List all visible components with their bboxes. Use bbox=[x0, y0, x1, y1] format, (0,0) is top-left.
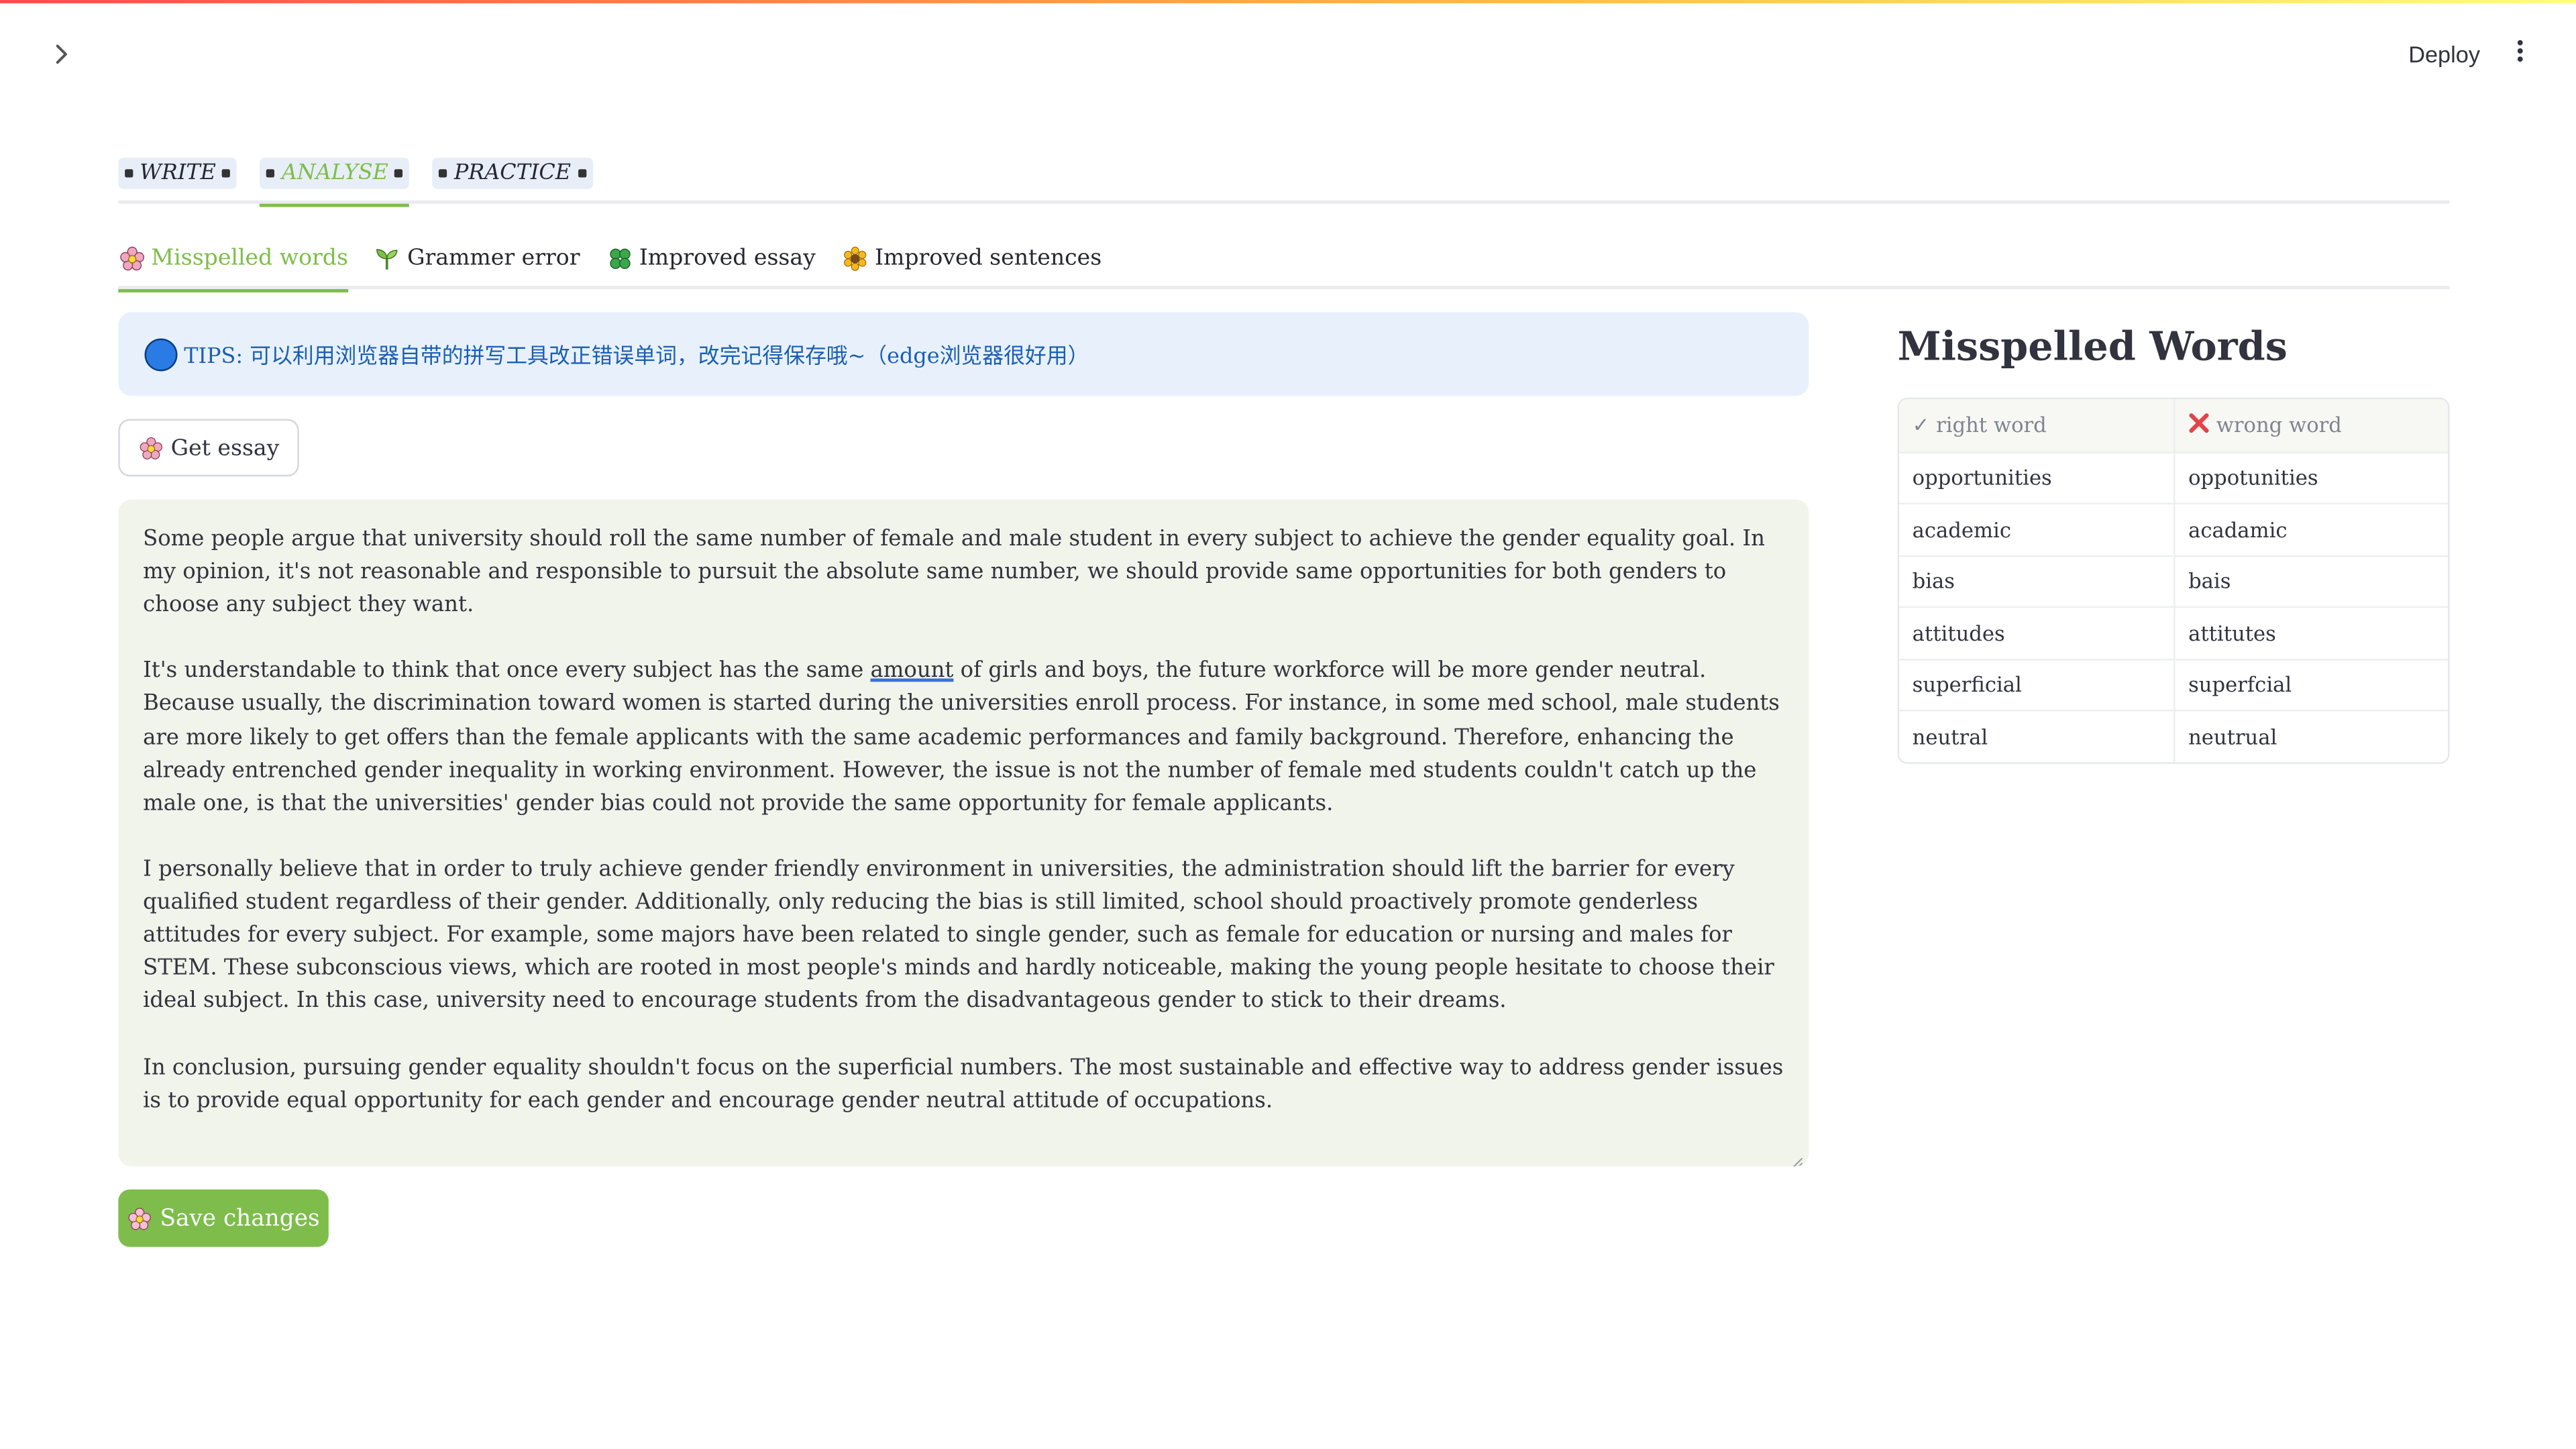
header-decoration-bar bbox=[0, 0, 2576, 3]
wrong-word-cell[interactable]: neutrual bbox=[2174, 711, 2448, 762]
tab-analyse[interactable]: ANALYSE bbox=[260, 142, 410, 207]
tab-write-pill: WRITE bbox=[118, 158, 237, 189]
right-word-cell[interactable]: academic bbox=[1899, 504, 2174, 555]
save-changes-button[interactable]: Save changes bbox=[118, 1189, 329, 1247]
flower-icon bbox=[138, 435, 164, 461]
tab-write[interactable]: WRITE bbox=[118, 142, 237, 204]
get-essay-button[interactable]: Get essay bbox=[118, 419, 299, 477]
essay-paragraph: I personally believe that in order to tr… bbox=[143, 857, 1774, 1014]
wrong-word-cell[interactable]: attitutes bbox=[2174, 608, 2448, 658]
cross-mark-icon bbox=[2188, 412, 2210, 438]
right-word-cell[interactable]: superficial bbox=[1899, 659, 2174, 710]
tab-grammer-error-label: Grammer error bbox=[407, 244, 580, 272]
deploy-button[interactable]: Deploy bbox=[2389, 33, 2500, 76]
square-bullet-icon bbox=[266, 169, 276, 178]
sprout-icon bbox=[374, 245, 400, 271]
tab-improved-essay-label: Improved essay bbox=[639, 244, 816, 272]
resize-grip-icon[interactable] bbox=[1790, 1148, 1804, 1167]
column-header-label: right word bbox=[1936, 413, 2047, 438]
column-header-wrong-word[interactable]: wrong word bbox=[2174, 399, 2448, 451]
spellcheck-underlined-word: amount bbox=[870, 659, 954, 684]
wrong-word-cell[interactable]: oppotunities bbox=[2174, 452, 2448, 503]
square-bullet-icon bbox=[394, 169, 403, 178]
column-header-label: wrong word bbox=[2216, 413, 2342, 438]
essay-paragraph: Some people argue that university should… bbox=[143, 527, 1765, 619]
tab-practice-pill: PRACTICE bbox=[433, 158, 592, 189]
get-essay-label: Get essay bbox=[170, 434, 280, 461]
wrong-word-cell[interactable]: superfcial bbox=[2174, 659, 2448, 710]
tab-analyse-pill: ANALYSE bbox=[260, 158, 410, 189]
flower-icon bbox=[127, 1205, 153, 1231]
right-word-cell[interactable]: opportunities bbox=[1899, 453, 2174, 503]
essay-paragraph: It's understandable to think that once e… bbox=[143, 656, 1784, 821]
column-header-right-word[interactable]: ✓ right word bbox=[1899, 399, 2174, 451]
table-row: superficial superfcial bbox=[1899, 657, 2449, 710]
tab-practice[interactable]: PRACTICE bbox=[433, 142, 592, 204]
square-bullet-icon bbox=[577, 169, 586, 178]
sunflower-icon bbox=[842, 245, 868, 271]
table-row: opportunities oppotunities bbox=[1899, 451, 2449, 503]
checkmark-icon: ✓ bbox=[1912, 413, 1930, 438]
tab-grammer-error[interactable]: Grammer error bbox=[374, 227, 580, 289]
tab-misspelled-words[interactable]: Misspelled words bbox=[118, 227, 348, 292]
wrong-word-cell[interactable]: bais bbox=[2174, 555, 2448, 606]
tab-improved-essay[interactable]: Improved essay bbox=[606, 227, 816, 289]
blue-circle-icon bbox=[144, 337, 178, 371]
main-menu-button[interactable] bbox=[2500, 33, 2540, 76]
tab-improved-sentences-label: Improved sentences bbox=[874, 244, 1102, 272]
table-row: attitudes attitutes bbox=[1899, 606, 2449, 658]
square-bullet-icon bbox=[222, 169, 231, 178]
misspelled-words-table: ✓ right word wrong word opportunities op… bbox=[1897, 397, 2450, 763]
square-bullet-icon bbox=[125, 169, 133, 178]
save-changes-label: Save changes bbox=[160, 1205, 320, 1232]
tab-analyse-label: ANALYSE bbox=[281, 161, 388, 186]
tab-improved-sentences[interactable]: Improved sentences bbox=[842, 227, 1102, 289]
square-bullet-icon bbox=[439, 169, 448, 178]
sidebar-toggle-button[interactable] bbox=[43, 36, 83, 76]
tips-text: TIPS: 可以利用浏览器自带的拼写工具改正错误单词，改完记得保存哦~（edge… bbox=[184, 345, 1089, 370]
clover-icon bbox=[606, 245, 633, 271]
more-vertical-icon bbox=[2515, 38, 2525, 70]
sub-tab-bar: Misspelled words Grammer error Improved … bbox=[118, 227, 2450, 292]
table-row: neutral neutrual bbox=[1899, 709, 2449, 762]
right-word-cell[interactable]: attitudes bbox=[1899, 608, 2174, 658]
tab-write-label: WRITE bbox=[140, 161, 216, 186]
right-word-cell[interactable]: bias bbox=[1899, 556, 2174, 606]
tab-misspelled-words-label: Misspelled words bbox=[151, 244, 348, 272]
misspelled-words-heading: Misspelled Words bbox=[1897, 322, 2288, 370]
main-tab-bar: WRITE ANALYSE PRACTICE bbox=[118, 142, 2450, 207]
essay-text: It's understandable to think that once e… bbox=[143, 659, 871, 684]
chevron-right-icon bbox=[52, 40, 72, 72]
tab-practice-label: PRACTICE bbox=[453, 161, 572, 186]
right-word-cell[interactable]: neutral bbox=[1899, 711, 2174, 761]
wrong-word-cell[interactable]: acadamic bbox=[2174, 504, 2448, 555]
table-header-row: ✓ right word wrong word bbox=[1899, 399, 2449, 451]
flower-icon bbox=[118, 245, 144, 271]
essay-textarea[interactable]: Some people argue that university should… bbox=[118, 499, 1809, 1167]
table-row: bias bais bbox=[1899, 554, 2449, 606]
tips-alert: TIPS: 可以利用浏览器自带的拼写工具改正错误单词，改完记得保存哦~（edge… bbox=[118, 312, 1809, 396]
table-row: academic acadamic bbox=[1899, 502, 2449, 555]
app-root: Deploy WRITE ANALYSE PRACTICE Misspelled… bbox=[0, 0, 2576, 1449]
essay-paragraph: In conclusion, pursuing gender equality … bbox=[143, 1055, 1784, 1114]
